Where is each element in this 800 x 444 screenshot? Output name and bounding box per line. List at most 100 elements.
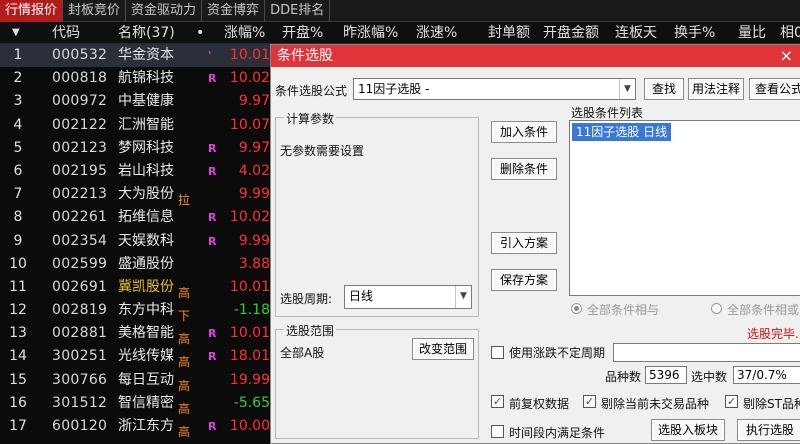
col-dot: • [196,25,205,41]
exclude-st-checkbox[interactable]: ✓ [725,395,738,408]
exclude-notrade-checkbox[interactable]: ✓ [583,395,596,408]
table-row[interactable]: 9 002354 天娱数科 R 9.99 [0,230,270,253]
row-index: 7 [13,186,23,203]
tab-capital-driver[interactable]: 资金驱动力 [126,0,203,22]
table-row[interactable]: 14 300251 光线传媒 R 高 18.01 [0,345,270,369]
range-value: 全部A股 [280,346,325,360]
col-turnover[interactable]: 换手% [674,22,715,44]
col-more[interactable]: 相0 [780,22,800,44]
stock-change: -1.18 [233,302,270,319]
status-text: 选股完毕. [747,327,799,341]
find-button[interactable]: 查找 [644,78,684,100]
radio-all-and[interactable] [571,303,582,314]
col-ratio[interactable]: 量比 [738,22,766,44]
table-row[interactable]: 12 002819 东方中科下 -1.18 [0,299,270,323]
table-row[interactable]: 6 002195 岩山科技 R 4.02 [0,160,270,183]
period-label: 选股周期: [280,292,333,306]
col-open-amount[interactable]: 开盘金额 [543,22,599,44]
table-row[interactable]: 15 300766 每日互动高 19.99 [0,369,270,393]
sort-arrow-icon[interactable]: ▼ [12,22,20,44]
column-header: ▼ 代码 名称(37) • 涨幅% 开盘% 昨涨幅% 涨速% 封单额 开盘金额 … [0,22,800,44]
period-condition-checkbox[interactable] [491,425,504,438]
stock-mark: R [208,141,217,155]
col-speed[interactable]: 涨速% [416,22,457,44]
stock-code: 000532 [52,47,108,63]
view-formula-button[interactable]: 查看公式 [749,78,800,100]
formula-select[interactable]: 11因子选股 - ▼ [353,78,636,100]
uncertain-period-checkbox[interactable] [491,346,504,359]
period-select[interactable]: 日线 ▼ [344,285,472,309]
table-row[interactable]: 2 000818 航锦科技 R 10.02 [0,67,270,90]
usage-notes-button[interactable]: 用法注释 [688,78,744,100]
col-open[interactable]: 开盘% [282,22,323,44]
stock-change: -5.65 [233,394,270,411]
col-prev-change[interactable]: 昨涨幅% [343,22,398,44]
tab-quotes[interactable]: 行情报价 [0,0,64,22]
table-row[interactable]: 1 000532 华金资本 ' 10.01 [0,44,270,68]
col-code[interactable]: 代码 [52,22,80,44]
uncertain-period-field[interactable] [613,343,800,362]
stock-code: 002691 [52,278,108,295]
stock-code: 600120 [52,418,108,434]
row-index: 11 [9,278,27,295]
stock-code: 301512 [52,394,108,411]
run-selection-button[interactable]: 执行选股 [737,419,800,441]
table-row[interactable]: 8 002261 拓维信息 R 10.02 [0,206,270,229]
col-name[interactable]: 名称(37) [118,22,175,44]
tab-limit-bidding[interactable]: 封板竞价 [63,0,127,22]
table-row[interactable]: 11 002691 冀凯股份高 10.01 [0,276,270,300]
prefq-checkbox[interactable]: ✓ [491,395,504,408]
table-row[interactable]: 16 301512 智信精密高 -5.65 [0,392,270,416]
table-row[interactable]: 5 002123 梦网科技 R 9.97 [0,137,270,160]
stock-code: 002122 [52,116,108,133]
stock-change: 10.01 [229,325,270,342]
condition-stock-selection-dialog: 条件选股 × 条件选股公式 11因子选股 - ▼ 查找 用法注释 查看公式 计算… [270,44,800,444]
col-seal[interactable]: 封单额 [488,22,530,44]
stock-code: 002261 [52,209,108,226]
condition-list[interactable]: 11因子选股 日线 [569,120,800,296]
row-index: 5 [13,139,23,156]
row-index: 1 [13,47,23,63]
close-icon[interactable]: × [780,45,793,67]
stock-code: 000972 [52,93,108,110]
col-limit-days[interactable]: 连板天 [615,22,657,44]
delete-condition-button[interactable]: 删除条件 [491,158,557,180]
tab-dde-ranking[interactable]: DDE排名 [265,0,331,22]
table-row[interactable]: 7 002213 大为股份拉 9.99 [0,183,270,207]
range-group-title: 选股范围 [284,322,337,339]
radio-all-or-label: 全部条件相或 [727,303,800,317]
col-change[interactable]: 涨幅% [224,22,265,44]
chevron-down-icon[interactable]: ▼ [455,286,471,308]
table-row[interactable]: 17 600120 浙江东方 R 高 10.00 [0,415,270,439]
stock-mark: ' [208,49,212,62]
period-select-value: 日线 [349,289,374,303]
add-condition-button[interactable]: 加入条件 [491,121,557,143]
chevron-down-icon[interactable]: ▼ [619,79,635,99]
table-row[interactable]: 13 002881 美格智能 R 高 10.01 [0,322,270,346]
hit-label: 选中数 [691,370,728,384]
table-row[interactable]: 3 000972 中基健康 9.97 [0,90,270,113]
radio-all-or[interactable] [711,303,722,314]
stock-code: 300251 [52,348,108,365]
stock-name: 岩山科技 [118,162,174,179]
stock-name: 天娱数科 [118,232,174,249]
exclude-notrade-label: 剔除当前未交易品种 [601,397,710,411]
formula-select-value: 11因子选股 - [358,82,430,96]
stock-mark: R [208,350,217,364]
save-plan-button[interactable]: 保存方案 [491,269,557,291]
table-row[interactable]: 10 002599 盛通股份 3.88 [0,253,270,276]
to-block-button[interactable]: 选股入板块 [651,419,725,441]
stock-mark: R [208,211,217,225]
list-item[interactable]: 11因子选股 日线 [572,123,672,141]
tab-capital-game[interactable]: 资金博弈 [202,0,266,22]
stock-name: 冀凯股份 [118,278,174,295]
exclude-st-label: 剔除ST品种 [743,397,800,411]
change-range-button[interactable]: 改变范围 [412,338,474,360]
range-group: 选股范围 全部A股 改变范围 [275,322,479,439]
dialog-titlebar[interactable]: 条件选股 × [271,45,800,67]
table-row[interactable]: 4 002122 汇洲智能 10.07 [0,114,270,137]
row-index: 8 [13,209,23,226]
count-value: 5396 [645,366,687,384]
stock-name: 航锦科技 [118,70,174,87]
import-plan-button[interactable]: 引入方案 [491,232,557,254]
